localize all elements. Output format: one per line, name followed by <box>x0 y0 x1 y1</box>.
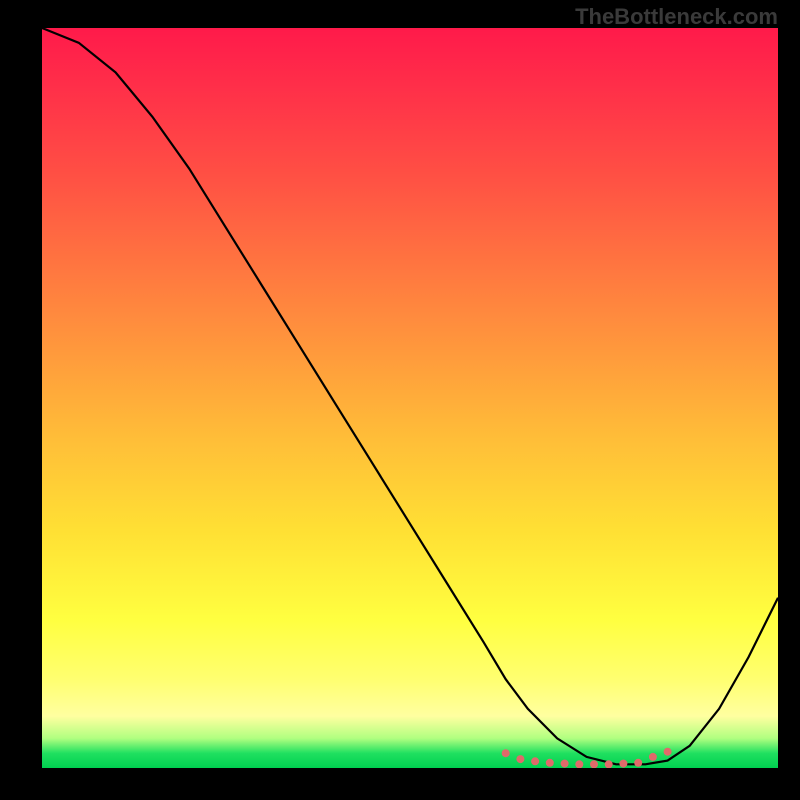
gradient-background <box>42 28 778 768</box>
plot-area <box>42 28 778 768</box>
watermark-text: TheBottleneck.com <box>575 4 778 30</box>
